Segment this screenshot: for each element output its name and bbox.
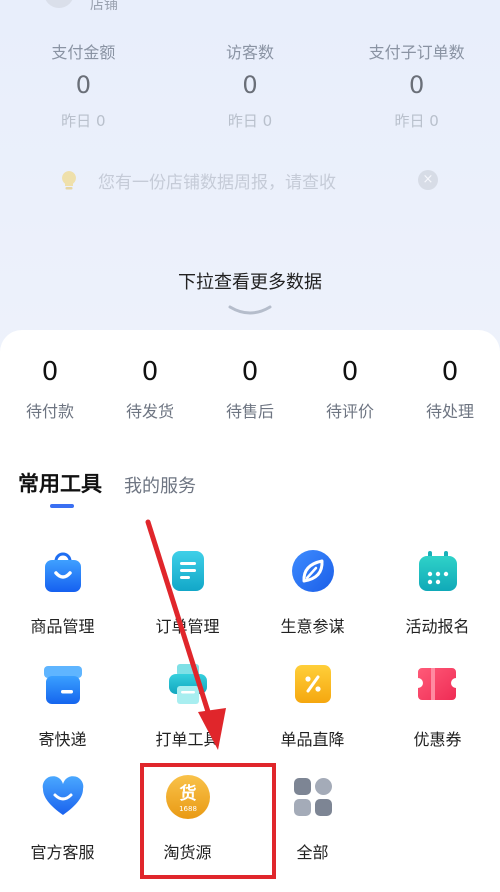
order-label: 待处理: [425, 402, 474, 421]
discount-tag-icon: [294, 665, 331, 703]
chevron-down-icon: [228, 305, 272, 315]
order-pending-shipment[interactable]: 0 待发货: [100, 352, 200, 422]
order-after-sale[interactable]: 0 待售后: [200, 352, 300, 422]
shopping-bag-icon: [44, 552, 81, 592]
heart-service-icon: [42, 776, 83, 815]
stat-value: 0: [409, 71, 425, 99]
stats-summary: 支付金额 0 昨日 0 访客数 0 昨日 0 支付子订单数 0 昨日 0: [0, 38, 500, 136]
tool-send-express[interactable]: 寄快递: [0, 658, 125, 771]
tool-activity-signup[interactable]: 活动报名: [375, 545, 500, 658]
tool-label: 订单管理: [155, 617, 220, 636]
order-count: 0: [441, 357, 459, 387]
coupon-ticket-icon: [417, 668, 456, 700]
tab-my-services[interactable]: 我的服务: [124, 472, 196, 498]
order-count: 0: [41, 357, 59, 387]
tool-label: 打单工具: [155, 730, 220, 749]
close-icon[interactable]: ×: [418, 170, 438, 190]
tool-label: 单品直降: [280, 730, 345, 749]
tool-label: 优惠券: [413, 730, 462, 749]
tool-label: 生意参谋: [280, 617, 345, 636]
tool-order-management[interactable]: 订单管理: [125, 545, 250, 658]
printer-icon: [168, 664, 207, 704]
stat-label: 支付子订单数: [368, 43, 465, 62]
stat-yesterday: 昨日 0: [61, 112, 106, 130]
tool-print-waybill[interactable]: 打单工具: [125, 658, 250, 771]
order-pending-review[interactable]: 0 待评价: [300, 352, 400, 422]
order-status-bar: 0 待付款 0 待发货 0 待售后 0 待评价 0 待处理: [0, 352, 500, 422]
tab-common-tools[interactable]: 常用工具: [18, 468, 102, 508]
stat-visitors[interactable]: 访客数 0 昨日 0: [167, 38, 334, 136]
stat-pay-amount[interactable]: 支付金额 0 昨日 0: [0, 38, 167, 136]
order-count: 0: [241, 357, 259, 387]
tool-coupon[interactable]: 优惠券: [375, 658, 500, 771]
empty-cell: [375, 771, 500, 884]
order-label: 待售后: [225, 402, 274, 421]
tool-product-management[interactable]: 商品管理: [0, 545, 125, 658]
tool-label: 寄快递: [38, 730, 87, 749]
shop-avatar: [44, 0, 74, 8]
tool-label: 商品管理: [30, 617, 95, 636]
tool-business-advisor[interactable]: 生意参谋: [250, 545, 375, 658]
all-apps-grid-icon: [293, 778, 332, 816]
order-list-icon: [171, 551, 204, 591]
tool-single-price-drop[interactable]: 单品直降: [250, 658, 375, 771]
stat-yesterday: 昨日 0: [394, 112, 439, 130]
order-label: 待付款: [25, 402, 74, 421]
stat-value: 0: [75, 71, 91, 99]
notice-text: 您有一份店铺数据周报，请查收: [98, 172, 336, 193]
shop-name: 店铺: [90, 0, 118, 13]
stat-sub-orders[interactable]: 支付子订单数 0 昨日 0: [333, 38, 500, 136]
order-label: 待评价: [325, 402, 374, 421]
tool-label: 活动报名: [405, 617, 470, 636]
stat-yesterday: 昨日 0: [227, 112, 273, 130]
order-count: 0: [141, 357, 159, 387]
calendar-icon: [418, 551, 457, 591]
annotation-highlight-box: [140, 763, 276, 879]
compass-leaf-icon: [291, 550, 334, 592]
stat-label: 访客数: [226, 43, 275, 62]
order-pending-payment[interactable]: 0 待付款: [0, 352, 100, 422]
stat-label: 支付金额: [51, 43, 116, 62]
bulb-icon: [62, 171, 76, 190]
order-count: 0: [341, 357, 359, 387]
tool-tabs: 常用工具 我的服务: [18, 468, 196, 508]
stat-value: 0: [242, 71, 258, 99]
pull-down-hint: 下拉查看更多数据: [178, 272, 322, 293]
order-pending-process[interactable]: 0 待处理: [400, 352, 500, 422]
weekly-report-notice[interactable]: 您有一份店铺数据周报，请查收 ×: [58, 164, 438, 196]
package-box-icon: [43, 666, 82, 704]
order-label: 待发货: [125, 402, 174, 421]
tool-official-service[interactable]: 官方客服: [0, 771, 125, 884]
tool-label: 官方客服: [30, 843, 95, 862]
